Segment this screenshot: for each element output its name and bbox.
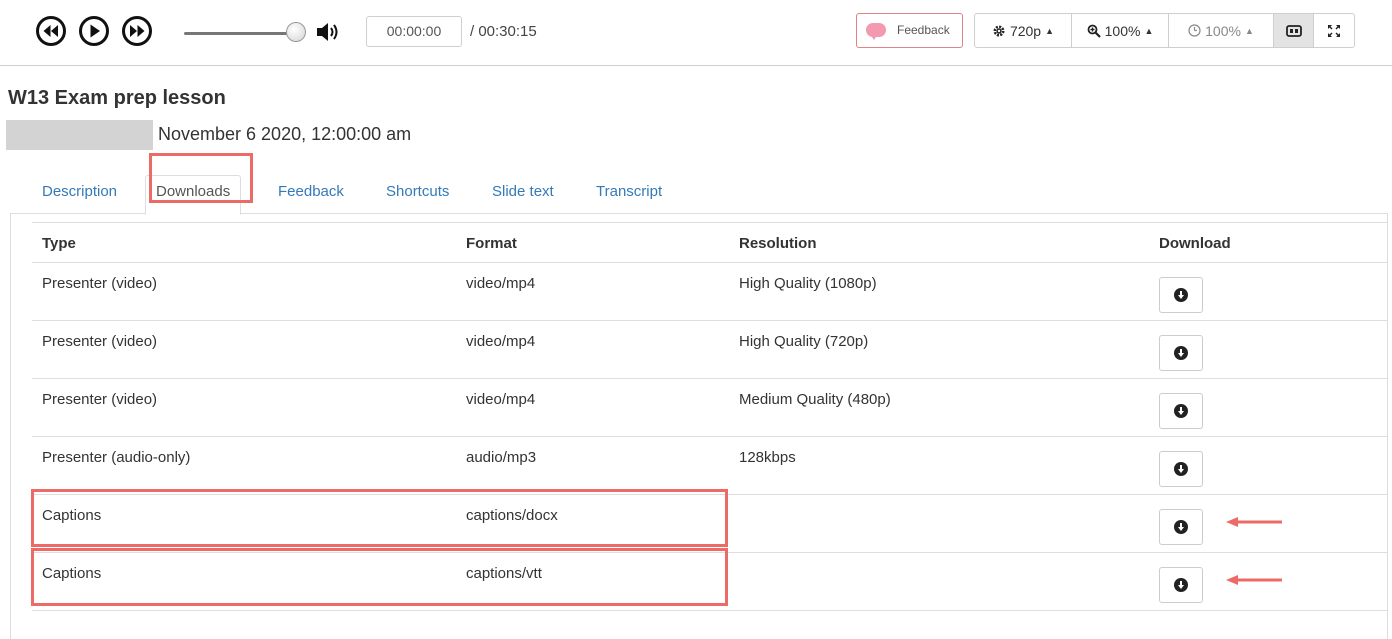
speed-button[interactable]: 100% ▲ (1169, 14, 1274, 47)
cell-resolution: High Quality (1080p) (729, 262, 1149, 321)
fast-forward-icon (130, 25, 145, 37)
download-button[interactable] (1159, 451, 1203, 487)
play-button[interactable] (79, 16, 109, 46)
download-icon (1174, 404, 1188, 418)
feedback-button-label: Feedback (897, 23, 950, 37)
clock-icon (1188, 24, 1201, 37)
download-icon (1174, 520, 1188, 534)
table-row: Presenter (video) video/mp4 High Quality… (32, 262, 1388, 321)
total-time: / 00:30:15 (470, 23, 537, 40)
tab-transcript[interactable]: Transcript (586, 176, 672, 214)
download-icon (1174, 578, 1188, 592)
captions-vtt-highlight (31, 548, 728, 606)
redacted-block (6, 120, 153, 150)
fullscreen-button[interactable] (1314, 14, 1354, 47)
captions-icon (1285, 24, 1302, 37)
table-row: Presenter (video) video/mp4 High Quality… (32, 320, 1388, 379)
download-button[interactable] (1159, 277, 1203, 313)
download-icon (1174, 346, 1188, 360)
cell-format: audio/mp3 (456, 436, 729, 495)
rewind-icon (43, 25, 58, 37)
cell-type: Presenter (video) (32, 262, 456, 321)
cell-type: Presenter (audio-only) (32, 436, 456, 495)
download-button[interactable] (1159, 335, 1203, 371)
lesson-date: November 6 2020, 12:00:00 am (158, 124, 412, 144)
cell-resolution (729, 494, 1149, 553)
column-header-resolution: Resolution (729, 222, 1149, 263)
cell-format: video/mp4 (456, 262, 729, 321)
volume-slider-knob[interactable] (286, 22, 306, 42)
tab-shortcuts[interactable]: Shortcuts (376, 176, 459, 214)
table-row: Presenter (video) video/mp4 Medium Quali… (32, 378, 1388, 437)
cell-resolution (729, 552, 1149, 611)
download-button[interactable] (1159, 393, 1203, 429)
page-title: W13 Exam prep lesson (8, 87, 226, 109)
feedback-button[interactable]: Feedback (856, 13, 963, 48)
cell-download (1149, 262, 1388, 321)
cell-download (1149, 436, 1388, 495)
column-header-format: Format (456, 222, 729, 263)
cell-format: video/mp4 (456, 378, 729, 437)
cell-format: video/mp4 (456, 320, 729, 379)
zoom-in-icon (1087, 24, 1101, 38)
tab-description[interactable]: Description (32, 176, 127, 214)
tab-slide-text[interactable]: Slide text (482, 176, 564, 214)
player-toolbar: 00:00:00 / 00:30:15 Feedback 720p ▲ 100%… (0, 0, 1392, 66)
cell-type: Presenter (video) (32, 378, 456, 437)
fast-forward-button[interactable] (122, 16, 152, 46)
quality-label: 720p (1009, 22, 1042, 39)
cell-resolution: High Quality (720p) (729, 320, 1149, 379)
cell-download (1149, 320, 1388, 379)
speech-bubble-icon (866, 23, 886, 40)
cell-download (1149, 378, 1388, 437)
download-button[interactable] (1159, 567, 1203, 603)
table-row: Presenter (audio-only) audio/mp3 128kbps (32, 436, 1388, 495)
quality-button[interactable]: 720p ▲ (975, 14, 1072, 47)
downloads-tab-highlight (149, 153, 253, 203)
table-header-row: Type Format Resolution Download (32, 222, 1388, 263)
volume-slider-track[interactable] (184, 32, 296, 35)
caret-up-icon: ▲ (1144, 25, 1154, 36)
fullscreen-icon (1328, 24, 1340, 37)
zoom-button[interactable]: 100% ▲ (1072, 14, 1169, 47)
volume-icon[interactable] (315, 19, 343, 45)
player-settings-group: 720p ▲ 100% ▲ 100% ▲ (974, 13, 1355, 48)
caret-up-icon: ▲ (1045, 25, 1055, 36)
cell-type: Presenter (video) (32, 320, 456, 379)
play-icon (90, 24, 100, 38)
column-header-type: Type (32, 222, 456, 263)
cell-resolution: Medium Quality (480p) (729, 378, 1149, 437)
gear-icon (993, 25, 1005, 36)
speed-label: 100% (1205, 22, 1241, 39)
current-time-input[interactable]: 00:00:00 (366, 16, 462, 47)
captions-docx-highlight (31, 489, 728, 547)
caret-up-icon: ▲ (1244, 25, 1254, 36)
rewind-button[interactable] (36, 16, 66, 46)
download-button[interactable] (1159, 509, 1203, 545)
column-header-download: Download (1149, 222, 1388, 263)
captions-button[interactable] (1274, 14, 1314, 47)
arrow-left-icon (1226, 517, 1282, 527)
download-icon (1174, 462, 1188, 476)
cell-resolution: 128kbps (729, 436, 1149, 495)
arrow-left-icon (1226, 575, 1282, 585)
zoom-label: 100% (1104, 22, 1141, 39)
download-icon (1174, 288, 1188, 302)
tab-feedback[interactable]: Feedback (268, 176, 354, 214)
